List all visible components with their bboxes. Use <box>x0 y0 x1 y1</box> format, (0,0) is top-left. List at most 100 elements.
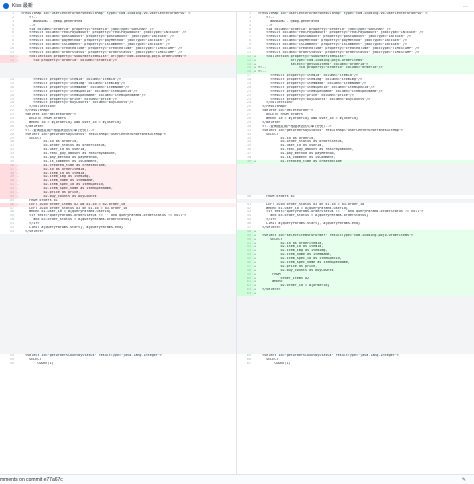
line-number[interactable]: 56 <box>0 362 17 366</box>
code-text: <select id="getOrdersCountByStatus" resu… <box>258 354 399 358</box>
code-text: <!-- <box>258 15 275 19</box>
code-text: <resultMap id="userCenterOrdersResultMap… <box>21 12 191 15</box>
diff-pane-left[interactable]: 1 <resultMap id="userCenterOrdersResultMa… <box>0 12 237 474</box>
code-text: <id property="orderId" column="orderId"/… <box>21 58 117 62</box>
code-text: o2.item_spec_name as itemSpecName, <box>21 187 113 191</box>
code-text: </resultMap> <box>21 109 50 113</box>
code-text: WHERE <box>258 280 283 284</box>
code-text: o1.real_pay_amount as realPayAmount, <box>21 152 117 156</box>
code-text: <result property="buyCounts" column="buy… <box>258 97 371 101</box>
code-text: <result property="price" column="price"/… <box>258 93 354 97</box>
code-text: <result property="itemId" column="itemId… <box>258 74 359 78</box>
code-text: LEFT JOIN order_status o3 on o1.id = o3.… <box>258 202 365 206</box>
code-text: <result property="itemSpecId" column="it… <box>21 89 138 93</box>
code-text: <!-- <box>21 15 38 19</box>
code-text: <select id="getOrdersByStatus" resultMap… <box>21 132 166 136</box>
code-text: </if> <box>21 222 40 226</box>
code-text: <collection property="subOrderItemList" … <box>21 54 187 58</box>
code-text: LEFT JOIN order_items o2 ON o1.id = o2.o… <box>21 202 126 206</box>
code-text: <if test="queryParams.orderStatus != '' … <box>258 210 424 214</box>
code-text: <id column="orderId" property="orderId" … <box>258 27 391 31</box>
code-text: <result property="itemName" column="item… <box>258 82 367 86</box>
code-text: o1.user_id as userId, <box>258 144 324 148</box>
code-text: FROM orders o1 <box>21 198 58 202</box>
code-text: o1.is_comment as isComment, <box>258 155 336 159</box>
code-text: WHERE id = #{orderId} AND user_id = #{us… <box>258 117 359 121</box>
code-text: <select id="getOrdersByStatus" resultMap… <box>258 128 403 132</box>
code-text: o2.buy_counts as buyCounts <box>258 268 334 272</box>
comment-icon[interactable]: ✎ <box>462 477 466 483</box>
code-text: o1.pay_method as payMethod, <box>21 155 99 159</box>
code-text: o2.price as price, <box>21 190 81 194</box>
code-text: <result column="postAmount" property="po… <box>21 35 175 39</box>
code-text: <result column="payMethod" property="pay… <box>21 39 171 43</box>
code-text: <result column="isComment" property="isC… <box>21 43 171 47</box>
code-text: o2.item_spec_name as itemSpecName, <box>258 261 350 264</box>
code-text: </delete> <box>258 120 281 124</box>
code-text: WHERE o1.user_id = #{queryParams.userId} <box>258 206 348 210</box>
app-logo-icon <box>3 2 9 9</box>
code-text: o2.id as orderItemId, <box>258 241 324 245</box>
code-text: <!--查询指定用户根据状态的订单(分页)--> <box>258 124 332 128</box>
code-text: </select> <box>258 225 281 229</box>
code-text: <result property="itemName" column="item… <box>21 85 130 89</box>
code-text: <result property="price" column="price"/… <box>21 97 117 101</box>
code-text: o1.user_id as userId, <box>21 148 87 152</box>
code-text: <result property="buyCounts" column="buy… <box>21 101 134 105</box>
code-text: SELECT <box>258 132 279 136</box>
code-text: order_items o2 <box>258 276 310 280</box>
code-text: o1.pay_method as payMethod, <box>258 152 336 156</box>
code-text: <delete id="deleteOrder"> <box>258 109 314 113</box>
code-text: o2.item_id as itemId, <box>21 171 87 175</box>
ellipsis-icon[interactable]: … <box>463 3 468 9</box>
code-text: <result column="createdTime" property="c… <box>21 47 183 51</box>
code-text: <result column="realPayAmount" property=… <box>21 31 187 35</box>
code-text: o2.item_name as itemName, <box>258 253 332 257</box>
code-text: </if> <box>258 218 277 222</box>
code-text: <delete id="deleteOrder"> <box>21 113 77 117</box>
code-text: <result property="itemImg" column="itemI… <box>258 78 363 82</box>
line-number[interactable]: 67 <box>237 362 254 366</box>
diff-line-right: 67 COUNT(1) <box>237 362 474 366</box>
comments-bar: mments on commit e77a67c ✎ <box>0 474 474 484</box>
code-text: o2.buy_counts as buyCounts <box>21 194 97 198</box>
code-text: o1.created_time as createdTime, <box>21 163 107 167</box>
code-text: <result property="itemSpecName" column="… <box>258 89 383 93</box>
code-text: <result property="itemImg" column="itemI… <box>21 82 126 86</box>
code-text: <select id="selectItemsForOrder" resultT… <box>258 233 414 237</box>
code-text: <result column="orderStatus" property="o… <box>258 50 420 54</box>
code-text: SELECT <box>21 136 42 140</box>
code-text: <result property="itemSpecName" column="… <box>21 93 146 97</box>
code-text: SELECT <box>258 358 279 362</box>
code-text: o2.item_spec_id as itemSpecId, <box>21 183 105 187</box>
code-text: WHERE o1.user_id = #{queryParams.userId} <box>21 210 111 214</box>
code-text: </delete> <box>21 124 44 128</box>
code-text: <result column="realPayAmount" property=… <box>258 31 424 35</box>
code-text: o2.item_img as itemImg, <box>258 249 328 253</box>
code-text: o2.item_spec_id as itemSpecId, <box>258 257 342 261</box>
code-text: <result property="itemId" column="itemId… <box>21 78 122 82</box>
code-text: SELECT <box>258 237 283 241</box>
code-text: <result column="createdTime" property="c… <box>258 47 420 51</box>
code-text: LIMIT #{queryParams.start}, #{queryParam… <box>21 225 124 229</box>
code-text: o1.real_pay_amount as realPayAmount, <box>258 148 354 152</box>
code-text: <result property="itemSpecId" column="it… <box>258 85 375 89</box>
code-text: and o3.order_status = #{queryParams.orde… <box>21 218 132 222</box>
code-text: <id column="orderId" property="orderId" … <box>21 27 154 31</box>
code-text: <select id="getOrdersCountByStatus" resu… <box>21 354 162 358</box>
code-text: <collection property="subOrderItemList" <box>258 54 346 58</box>
code-text: o1.created_time as createdTime <box>258 159 342 163</box>
code-text: DELETE FROM orders <box>258 113 303 117</box>
code-text: </select> <box>21 229 44 233</box>
code-text: LIMIT #{queryParams.start}, #{queryParam… <box>258 222 361 226</box>
code-text: --> <box>21 23 36 27</box>
diff-pane-right[interactable]: 1 <resultMap id="userCenterOrdersResultMa… <box>237 12 474 474</box>
code-text: o3.order_status as orderStatus, <box>21 144 107 148</box>
code-text: <result column="isComment" property="isC… <box>258 43 408 47</box>
code-text: </resultMap> <box>258 105 287 109</box>
code-text: o2.item_img as itemImg, <box>21 175 91 179</box>
diff-line-left: 56 COUNT(1) <box>0 362 236 366</box>
code-text: and o3.order_status = #{queryParams.orde… <box>258 214 369 218</box>
code-text: <result column="postAmount" property="po… <box>258 35 412 39</box>
code-text: WARNING - @mbg.generated <box>21 19 83 23</box>
